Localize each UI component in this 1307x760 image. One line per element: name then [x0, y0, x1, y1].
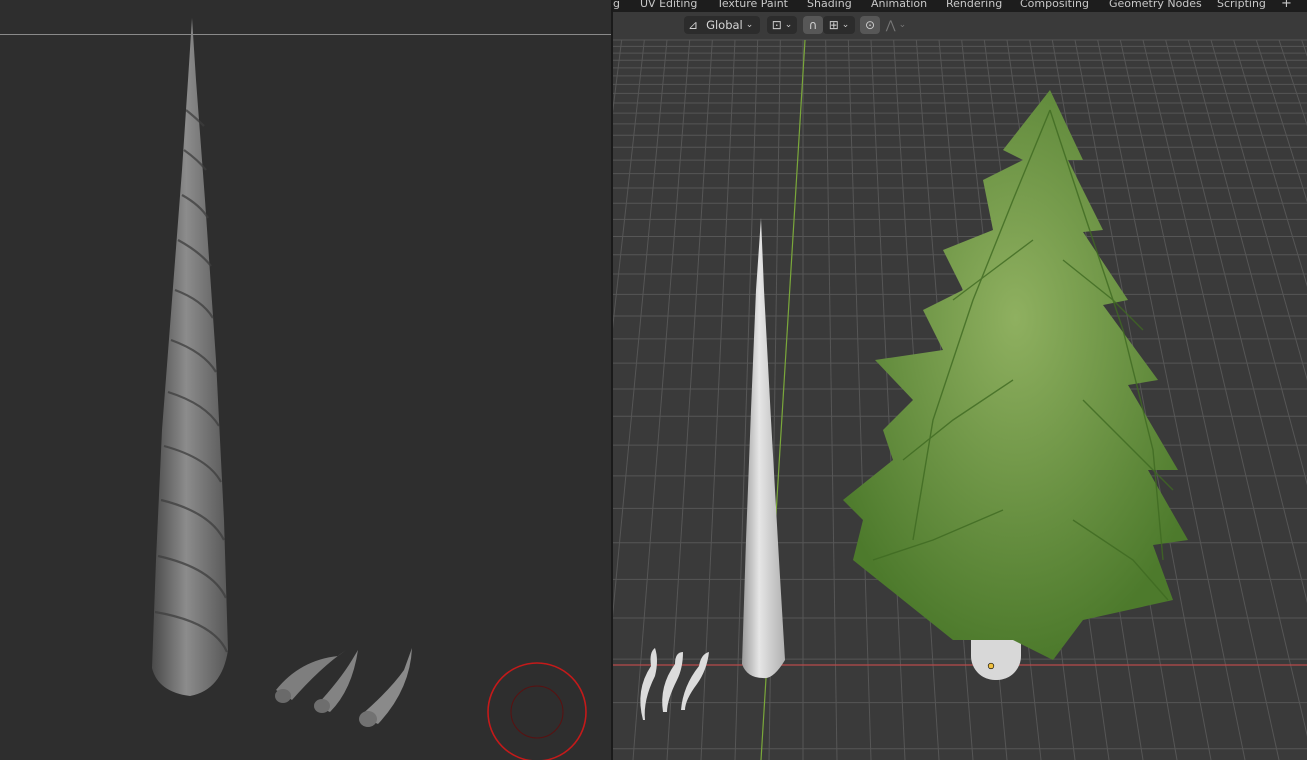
snap-target-dropdown[interactable]: ⊞ ⌄	[823, 16, 855, 34]
workspace-tab-bar: g UV Editing Texture Paint Shading Anima…	[613, 0, 1307, 12]
layout-scene	[640, 90, 1188, 720]
layout-viewport[interactable]: g UV Editing Texture Paint Shading Anima…	[613, 0, 1307, 760]
small-horn-objects[interactable]	[640, 648, 709, 720]
sculpt-viewport[interactable]	[0, 0, 612, 760]
proportional-edit-icon: ⊙	[864, 18, 876, 32]
transform-orientation-icon: ⊿	[688, 18, 699, 32]
brush-cursor	[487, 662, 587, 760]
object-origin-point	[987, 662, 995, 670]
proportional-edit-toggle[interactable]: ⊙	[860, 16, 880, 34]
workspace-tab-shading[interactable]: Shading	[807, 0, 852, 9]
snap-magnet-icon: ∩	[808, 18, 818, 32]
transform-orientation-value: Global	[706, 18, 743, 32]
small-horn-sculpts[interactable]	[275, 648, 412, 727]
unicorn-horn-sculpt[interactable]	[152, 18, 228, 696]
chevron-down-icon: ⌄	[784, 20, 793, 30]
workspace-tab-animation[interactable]: Animation	[871, 0, 927, 9]
workspace-tab-uv-editing[interactable]: UV Editing	[640, 0, 697, 9]
chevron-down-icon: ⌄	[745, 20, 754, 30]
snap-increment-icon: ⊞	[828, 18, 839, 32]
falloff-curve-icon: ⋀	[885, 18, 896, 32]
workspace-tab-geometry-nodes[interactable]: Geometry Nodes	[1109, 0, 1202, 9]
unicorn-horn-object[interactable]	[742, 218, 785, 679]
workspace-tab-texture-paint[interactable]: Texture Paint	[717, 0, 788, 9]
sculpt-scene	[152, 18, 587, 760]
pine-tree-object[interactable]	[843, 90, 1188, 660]
add-workspace-button[interactable]: +	[1281, 0, 1292, 10]
workspace-tab-compositing[interactable]: Compositing	[1020, 0, 1089, 9]
chevron-down-icon: ⌄	[898, 20, 907, 30]
transform-orientation-dropdown[interactable]: ⊿ Global ⌄	[684, 16, 760, 34]
viewport-header-toolbar: ⊿ Global ⌄ ⊡ ⌄ ∩ ⊞ ⌄ ⊙ ⋀ ⌄	[613, 12, 1307, 38]
chevron-down-icon: ⌄	[841, 20, 850, 30]
pivot-point-dropdown[interactable]: ⊡ ⌄	[767, 16, 797, 34]
workspace-tab-layout[interactable]: g	[613, 0, 620, 9]
falloff-dropdown[interactable]: ⋀ ⌄	[881, 16, 911, 34]
workspace-tab-rendering[interactable]: Rendering	[946, 0, 1002, 9]
snap-toggle[interactable]: ∩	[803, 16, 823, 34]
workspace-tab-scripting[interactable]: Scripting	[1217, 0, 1266, 9]
pivot-point-icon: ⊡	[771, 18, 782, 32]
